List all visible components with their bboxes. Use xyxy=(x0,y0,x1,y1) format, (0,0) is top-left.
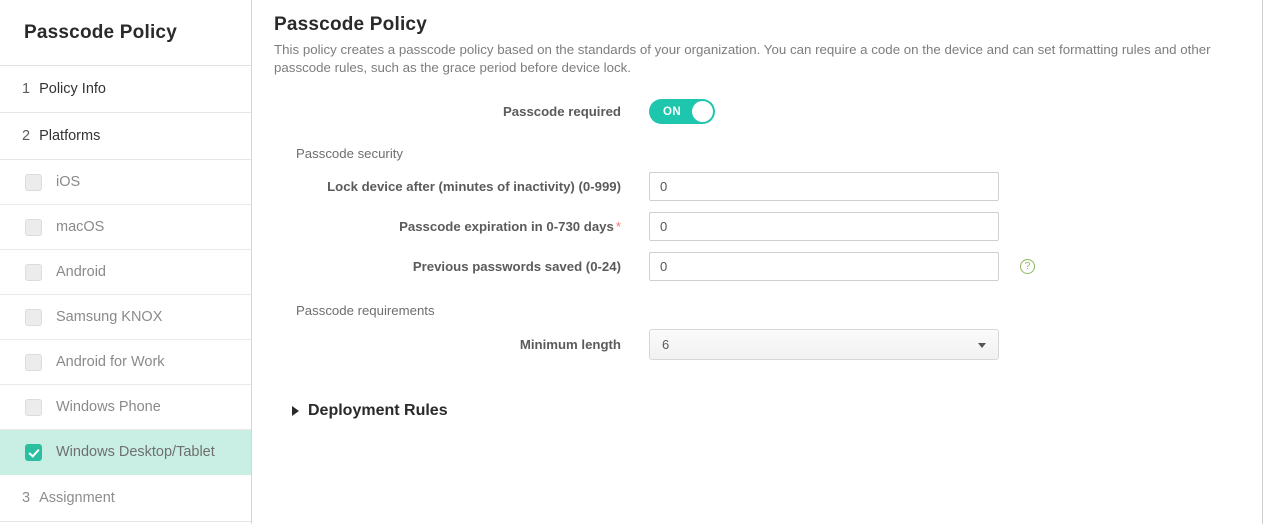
minimum-length-value: 6 xyxy=(650,337,669,352)
previous-passwords-row: Previous passwords saved (0-24) ? xyxy=(274,252,1246,281)
checkbox-icon[interactable] xyxy=(25,354,42,371)
checkbox-icon[interactable] xyxy=(25,309,42,326)
passcode-security-heading: Passcode security xyxy=(296,146,1246,161)
passcode-expiration-input[interactable] xyxy=(649,212,999,241)
step-label: Platforms xyxy=(39,128,100,144)
passcode-policy-window: Passcode Policy 1 Policy Info 2 Platform… xyxy=(0,0,1263,524)
lock-device-row: Lock device after (minutes of inactivity… xyxy=(274,172,1246,201)
toggle-knob xyxy=(692,101,713,122)
previous-passwords-input[interactable] xyxy=(649,252,999,281)
step-label: Policy Info xyxy=(39,81,106,97)
sidebar-step-policy-info[interactable]: 1 Policy Info xyxy=(0,66,251,113)
checkbox-icon[interactable] xyxy=(25,219,42,236)
platform-item-android[interactable]: Android xyxy=(0,250,251,295)
lock-device-label: Lock device after (minutes of inactivity… xyxy=(274,179,649,194)
passcode-required-row: Passcode required ON xyxy=(274,99,1246,124)
step-number: 1 xyxy=(22,81,30,97)
passcode-expiration-label: Passcode expiration in 0-730 days* xyxy=(274,219,649,234)
platform-item-samsung-knox[interactable]: Samsung KNOX xyxy=(0,295,251,340)
wizard-sidebar: Passcode Policy 1 Policy Info 2 Platform… xyxy=(0,0,252,524)
sidebar-step-platforms[interactable]: 2 Platforms xyxy=(0,113,251,160)
platform-label: Windows Phone xyxy=(56,399,161,415)
toggle-state-label: ON xyxy=(663,106,681,118)
previous-passwords-label: Previous passwords saved (0-24) xyxy=(274,259,649,274)
checkbox-icon[interactable] xyxy=(25,399,42,416)
platform-item-windows-phone[interactable]: Windows Phone xyxy=(0,385,251,430)
checkbox-checked-icon[interactable] xyxy=(25,444,42,461)
platform-item-android-for-work[interactable]: Android for Work xyxy=(0,340,251,385)
platform-item-ios[interactable]: iOS xyxy=(0,160,251,205)
sidebar-title: Passcode Policy xyxy=(0,0,251,66)
minimum-length-row: Minimum length 6 xyxy=(274,329,1246,360)
help-icon[interactable]: ? xyxy=(1020,259,1035,274)
platform-label: Windows Desktop/Tablet xyxy=(56,444,215,460)
required-asterisk: * xyxy=(616,219,621,234)
platform-label: Samsung KNOX xyxy=(56,309,162,325)
step-label: Assignment xyxy=(39,490,115,506)
chevron-down-icon xyxy=(978,343,986,348)
passcode-expiration-row: Passcode expiration in 0-730 days* xyxy=(274,212,1246,241)
minimum-length-select[interactable]: 6 xyxy=(649,329,999,360)
minimum-length-label: Minimum length xyxy=(274,337,649,352)
platform-label: Android xyxy=(56,264,106,280)
deployment-rules-label: Deployment Rules xyxy=(308,402,448,420)
step-number: 2 xyxy=(22,128,30,144)
platform-label: Android for Work xyxy=(56,354,165,370)
passcode-required-toggle[interactable]: ON xyxy=(649,99,715,124)
lock-device-input[interactable] xyxy=(649,172,999,201)
sidebar-step-assignment[interactable]: 3 Assignment xyxy=(0,475,251,522)
platform-item-windows-desktop-tablet[interactable]: Windows Desktop/Tablet xyxy=(0,430,251,475)
checkbox-icon[interactable] xyxy=(25,264,42,281)
label-text: Passcode expiration in 0-730 days xyxy=(399,219,614,234)
checkbox-icon[interactable] xyxy=(25,174,42,191)
main-content: Passcode Policy This policy creates a pa… xyxy=(252,0,1262,524)
step-number: 3 xyxy=(22,490,30,506)
platform-label: macOS xyxy=(56,219,104,235)
platform-item-macos[interactable]: macOS xyxy=(0,205,251,250)
passcode-required-label: Passcode required xyxy=(274,104,649,119)
passcode-requirements-heading: Passcode requirements xyxy=(296,303,1246,318)
platform-label: iOS xyxy=(56,174,80,190)
chevron-right-icon xyxy=(292,406,299,416)
page-description: This policy creates a passcode policy ba… xyxy=(274,41,1246,77)
deployment-rules-section[interactable]: Deployment Rules xyxy=(292,402,1246,420)
page-title: Passcode Policy xyxy=(274,14,1246,36)
